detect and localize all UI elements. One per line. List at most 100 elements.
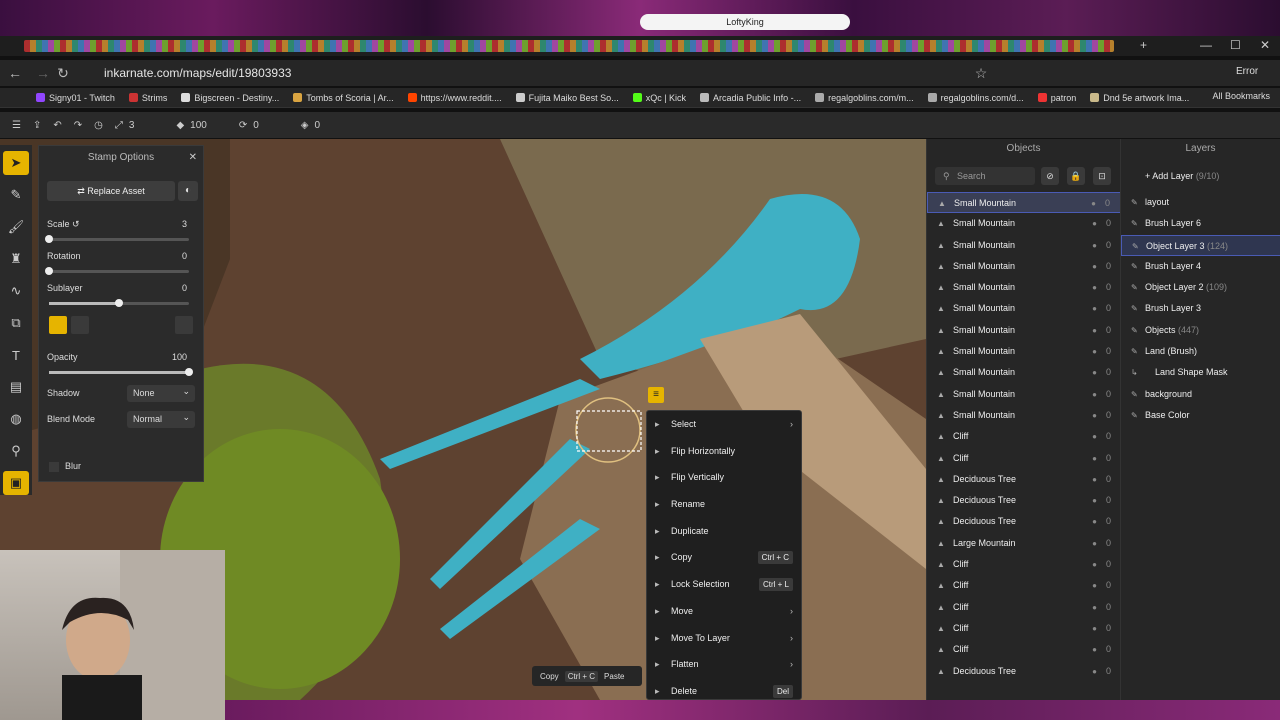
object-row[interactable]: ▲ Deciduous Tree ● 0 xyxy=(927,661,1121,682)
bookmark-item[interactable]: Fujita Maiko Best So... xyxy=(515,93,619,103)
visibility-icon[interactable]: ● xyxy=(1092,575,1097,596)
visibility-icon[interactable]: ● xyxy=(1092,320,1097,341)
select-all-icon[interactable]: ⊡ xyxy=(1093,167,1111,185)
object-row[interactable]: ▲ Small Mountain ● 0 xyxy=(927,277,1121,298)
context-menu-item[interactable]: ▸ Move To Layer › xyxy=(647,625,801,652)
opacity-slider[interactable] xyxy=(49,368,193,376)
object-row[interactable]: ▲ Small Mountain ● 0 xyxy=(927,362,1121,383)
forward-icon[interactable]: → xyxy=(34,64,52,82)
brush-size-control[interactable]: ⤢ 3 xyxy=(115,120,135,131)
shadow-select[interactable]: None xyxy=(127,383,195,402)
sublayer-slider[interactable] xyxy=(49,299,189,307)
tab-strip[interactable] xyxy=(0,36,1280,56)
url-field[interactable]: inkarnate.com/maps/edit/19803933 xyxy=(84,63,984,83)
visibility-icon[interactable]: ● xyxy=(1092,490,1097,511)
stamp-tool-icon[interactable]: ♜ xyxy=(3,247,29,271)
sublayer-value[interactable]: 0 xyxy=(182,283,187,293)
visibility-icon[interactable]: ● xyxy=(1092,213,1097,234)
layer-row[interactable]: ✎ Object Layer 3 (124) xyxy=(1121,234,1280,256)
object-row[interactable]: ▲ Small Mountain ● 0 xyxy=(927,341,1121,362)
context-menu-item[interactable]: ▸ Flatten › xyxy=(647,651,801,678)
object-row[interactable]: ▲ Cliff ● 0 xyxy=(927,575,1121,596)
visibility-icon[interactable]: ● xyxy=(1092,426,1097,447)
object-row[interactable]: ▲ Small Mountain ● 0 xyxy=(927,256,1121,277)
sublayer-below-button[interactable] xyxy=(71,316,89,334)
paint-tool-icon[interactable]: 🖌 xyxy=(3,215,29,239)
object-row[interactable]: ▲ Cliff ● 0 xyxy=(927,618,1121,639)
bookmark-item[interactable]: Signy01 - Twitch xyxy=(36,93,115,103)
all-bookmarks[interactable]: All Bookmarks xyxy=(1212,91,1270,101)
document-icon[interactable]: ▤ xyxy=(3,375,29,399)
object-row[interactable]: ▲ Large Mountain ● 0 xyxy=(927,533,1121,554)
rotation-control[interactable]: ⟳ 0 xyxy=(239,120,259,131)
visibility-icon[interactable]: ● xyxy=(1092,277,1097,298)
bookmark-item[interactable]: regalgoblins.com/m... xyxy=(815,93,914,103)
blur-checkbox[interactable] xyxy=(49,462,59,472)
layer-row[interactable]: ✎ Base Color xyxy=(1121,405,1280,426)
visibility-icon[interactable]: ● xyxy=(1092,341,1097,362)
bookmark-star-icon[interactable]: ☆ xyxy=(972,64,990,82)
object-row[interactable]: ▲ Small Mountain ● 0 xyxy=(927,298,1121,319)
object-row[interactable]: ▲ Cliff ● 0 xyxy=(927,448,1121,469)
slider-knob[interactable] xyxy=(45,267,53,275)
maximize-icon[interactable]: ☐ xyxy=(1230,38,1241,52)
bookmark-item[interactable]: Bigscreen - Destiny... xyxy=(181,93,279,103)
bookmark-item[interactable]: Arcadia Public Info -... xyxy=(700,93,801,103)
new-tab-icon[interactable]: + xyxy=(1140,38,1147,52)
zoom-icon[interactable]: ⚲ xyxy=(3,439,29,463)
bookmark-item[interactable]: Dnd 5e artwork Ima... xyxy=(1090,93,1189,103)
undo-icon[interactable]: ↶ xyxy=(53,120,61,131)
bookmark-item[interactable]: Tombs of Scoria | Ar... xyxy=(293,93,394,103)
object-row[interactable]: ▲ Cliff ● 0 xyxy=(927,426,1121,447)
visibility-icon[interactable]: ● xyxy=(1092,235,1097,256)
path-tool-icon[interactable]: ∿ xyxy=(3,279,29,303)
layers-control[interactable]: ◈ 0 xyxy=(301,120,320,131)
object-row[interactable]: ▲ Deciduous Tree ● 0 xyxy=(927,511,1121,532)
menu-icon[interactable]: ☰ xyxy=(12,120,21,131)
globe-icon[interactable]: ◍ xyxy=(3,407,29,431)
layer-row[interactable]: ✎ Brush Layer 3 xyxy=(1121,298,1280,319)
bookmark-item[interactable]: regalgoblins.com/d... xyxy=(927,93,1024,103)
close-window-icon[interactable]: ✕ xyxy=(1260,38,1270,52)
scale-value[interactable]: 3 xyxy=(182,219,187,229)
layer-row[interactable]: ✎ layout xyxy=(1121,192,1280,213)
redo-icon[interactable]: ↷ xyxy=(74,120,82,131)
tab-favicons[interactable] xyxy=(24,40,1114,52)
visibility-icon[interactable]: ● xyxy=(1092,639,1097,660)
bookmark-item[interactable]: Strims xyxy=(128,93,167,103)
minimize-icon[interactable]: — xyxy=(1200,38,1212,52)
sublayer-above-button[interactable] xyxy=(49,316,67,334)
object-row[interactable]: ▲ Cliff ● 0 xyxy=(927,597,1121,618)
copy-tool-icon[interactable]: ⧉ xyxy=(3,311,29,335)
select-tool-icon[interactable]: ➤ xyxy=(3,151,29,175)
context-menu-item[interactable]: ▸ Flip Horizontally xyxy=(647,438,801,465)
bookmark-item[interactable]: patron xyxy=(1037,93,1076,103)
object-row[interactable]: ▲ Small Mountain ● 0 xyxy=(927,405,1121,426)
context-menu-item[interactable]: ▸ Lock Selection Ctrl + L xyxy=(647,571,801,598)
profile-label[interactable]: Error xyxy=(1236,66,1258,77)
context-menu-item[interactable]: ▸ Rename xyxy=(647,491,801,518)
layer-row[interactable]: ✎ Brush Layer 4 xyxy=(1121,256,1280,277)
copy-button[interactable]: Copy xyxy=(540,672,559,681)
palette-icon[interactable]: ◐ xyxy=(178,181,198,201)
object-row[interactable]: ▲ Deciduous Tree ● 0 xyxy=(927,490,1121,511)
visibility-icon[interactable]: ● xyxy=(1091,193,1096,214)
layer-row[interactable]: ↳ Land Shape Mask xyxy=(1121,362,1280,383)
object-menu-icon[interactable]: ≡ xyxy=(648,387,664,403)
brush-tool-icon[interactable]: ✎ xyxy=(3,183,29,207)
reset-icon[interactable]: ↺ xyxy=(72,219,80,229)
hide-icon[interactable]: ⊘ xyxy=(1041,167,1059,185)
layer-row[interactable]: ✎ Object Layer 2 (109) xyxy=(1121,277,1280,298)
visibility-icon[interactable]: ● xyxy=(1092,533,1097,554)
close-icon[interactable]: ✕ xyxy=(189,146,197,170)
layer-row[interactable]: ✎ Objects (447) xyxy=(1121,320,1280,341)
context-menu-item[interactable]: ▸ Flip Vertically xyxy=(647,464,801,491)
visibility-icon[interactable]: ● xyxy=(1092,511,1097,532)
context-menu-item[interactable]: ▸ Move › xyxy=(647,598,801,625)
visibility-icon[interactable]: ● xyxy=(1092,448,1097,469)
rotation-value[interactable]: 0 xyxy=(182,251,187,261)
crop-icon[interactable] xyxy=(175,316,193,334)
history-icon[interactable]: ◷ xyxy=(94,120,103,131)
bookmark-item[interactable]: https://www.reddit.... xyxy=(407,93,502,103)
context-menu-item[interactable]: ▸ Select › xyxy=(647,411,801,438)
